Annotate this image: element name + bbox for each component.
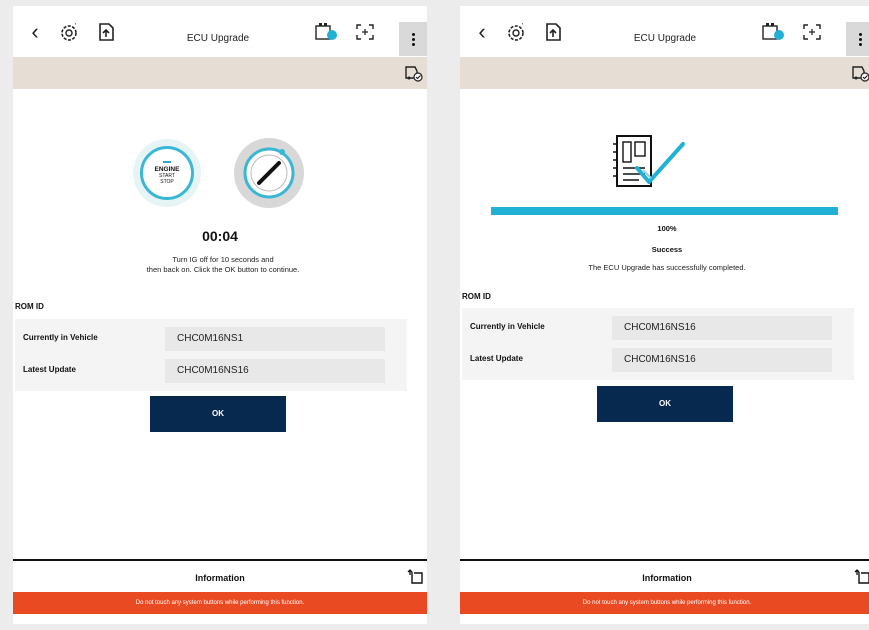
warning-banner: Do not touch any system buttons while pe… bbox=[13, 592, 427, 614]
svg-text:': ' bbox=[522, 23, 523, 30]
progress-bar bbox=[491, 207, 838, 215]
row-value: CHC0M16NS16 bbox=[612, 348, 832, 372]
table-row: Latest Update CHC0M16NS16 bbox=[462, 346, 854, 374]
sub-toolbar bbox=[13, 57, 427, 89]
information-label: Information bbox=[195, 573, 245, 583]
row-value: CHC0M16NS1 bbox=[165, 327, 385, 351]
instruction-line-1: Turn IG off for 10 seconds and bbox=[172, 255, 274, 264]
page-title: ECU Upgrade bbox=[633, 33, 697, 44]
ignition-key-icon bbox=[232, 136, 306, 210]
expand-icon[interactable] bbox=[854, 569, 869, 585]
back-chevron-icon[interactable]: ‹ bbox=[27, 20, 43, 44]
row-key: Currently in Vehicle bbox=[470, 322, 545, 331]
rom-id-label: ROM ID bbox=[462, 292, 491, 301]
vehicle-check-icon[interactable] bbox=[403, 64, 423, 82]
expand-icon[interactable] bbox=[407, 569, 423, 585]
table-row: Latest Update CHC0M16NS16 bbox=[15, 357, 407, 385]
row-key: Currently in Vehicle bbox=[23, 333, 98, 342]
engine-label: ENGINE bbox=[154, 166, 180, 173]
table-row: Currently in Vehicle CHC0M16NS16 bbox=[462, 314, 854, 342]
row-value: CHC0M16NS16 bbox=[612, 316, 832, 340]
fullscreen-icon[interactable] bbox=[800, 20, 824, 44]
warning-banner: Do not touch any system buttons while pe… bbox=[460, 592, 869, 614]
information-bar[interactable]: Information bbox=[460, 559, 869, 595]
row-key: Latest Update bbox=[470, 354, 523, 363]
progress-percent: 100% bbox=[657, 224, 677, 233]
gear-settings-icon[interactable]: ' bbox=[504, 20, 530, 44]
instruction-text: Turn IG off for 10 seconds and then back… bbox=[83, 255, 363, 275]
page-title: ECU Upgrade bbox=[186, 33, 250, 44]
rom-id-table: Currently in Vehicle CHC0M16NS1 Latest U… bbox=[15, 319, 407, 391]
row-key: Latest Update bbox=[23, 365, 76, 374]
countdown-timer: 00:04 bbox=[202, 228, 238, 244]
sub-toolbar bbox=[460, 57, 869, 89]
right-screen: ‹ ' ECU Upgrade 100% Success The ECU Upg… bbox=[460, 6, 869, 624]
document-upload-icon[interactable] bbox=[542, 20, 566, 44]
ok-button[interactable]: OK bbox=[150, 396, 286, 432]
information-bar[interactable]: Information bbox=[13, 559, 427, 595]
left-screen: ‹ ' ECU Upgrade ENGINE START STOP 00:04 … bbox=[13, 6, 427, 624]
back-chevron-icon[interactable]: ‹ bbox=[474, 20, 490, 44]
status-title: Success bbox=[651, 245, 683, 254]
fullscreen-icon[interactable] bbox=[353, 20, 377, 44]
instruction-line-2: then back on. Click the OK button to con… bbox=[146, 265, 300, 274]
top-bar: ‹ ' ECU Upgrade bbox=[13, 6, 427, 58]
row-value: CHC0M16NS16 bbox=[165, 359, 385, 383]
battery-icon[interactable] bbox=[313, 20, 339, 44]
ecu-success-icon bbox=[609, 126, 705, 198]
table-row: Currently in Vehicle CHC0M16NS1 bbox=[15, 325, 407, 353]
information-label: Information bbox=[642, 573, 692, 583]
status-message: The ECU Upgrade has successfully complet… bbox=[588, 263, 746, 272]
top-bar: ‹ ' ECU Upgrade bbox=[460, 6, 869, 58]
battery-icon[interactable] bbox=[760, 20, 786, 44]
ok-button[interactable]: OK bbox=[597, 386, 733, 422]
vehicle-check-icon[interactable] bbox=[850, 64, 869, 82]
gear-settings-icon[interactable]: ' bbox=[57, 20, 83, 44]
rom-id-label: ROM ID bbox=[15, 302, 44, 311]
engine-start-stop-button: ENGINE START STOP bbox=[133, 139, 201, 207]
stop-label: STOP bbox=[160, 179, 174, 185]
kebab-menu-icon[interactable] bbox=[399, 22, 427, 56]
document-upload-icon[interactable] bbox=[95, 20, 119, 44]
rom-id-table: Currently in Vehicle CHC0M16NS16 Latest … bbox=[462, 308, 854, 380]
kebab-menu-icon[interactable] bbox=[846, 22, 869, 56]
svg-text:': ' bbox=[75, 23, 76, 30]
